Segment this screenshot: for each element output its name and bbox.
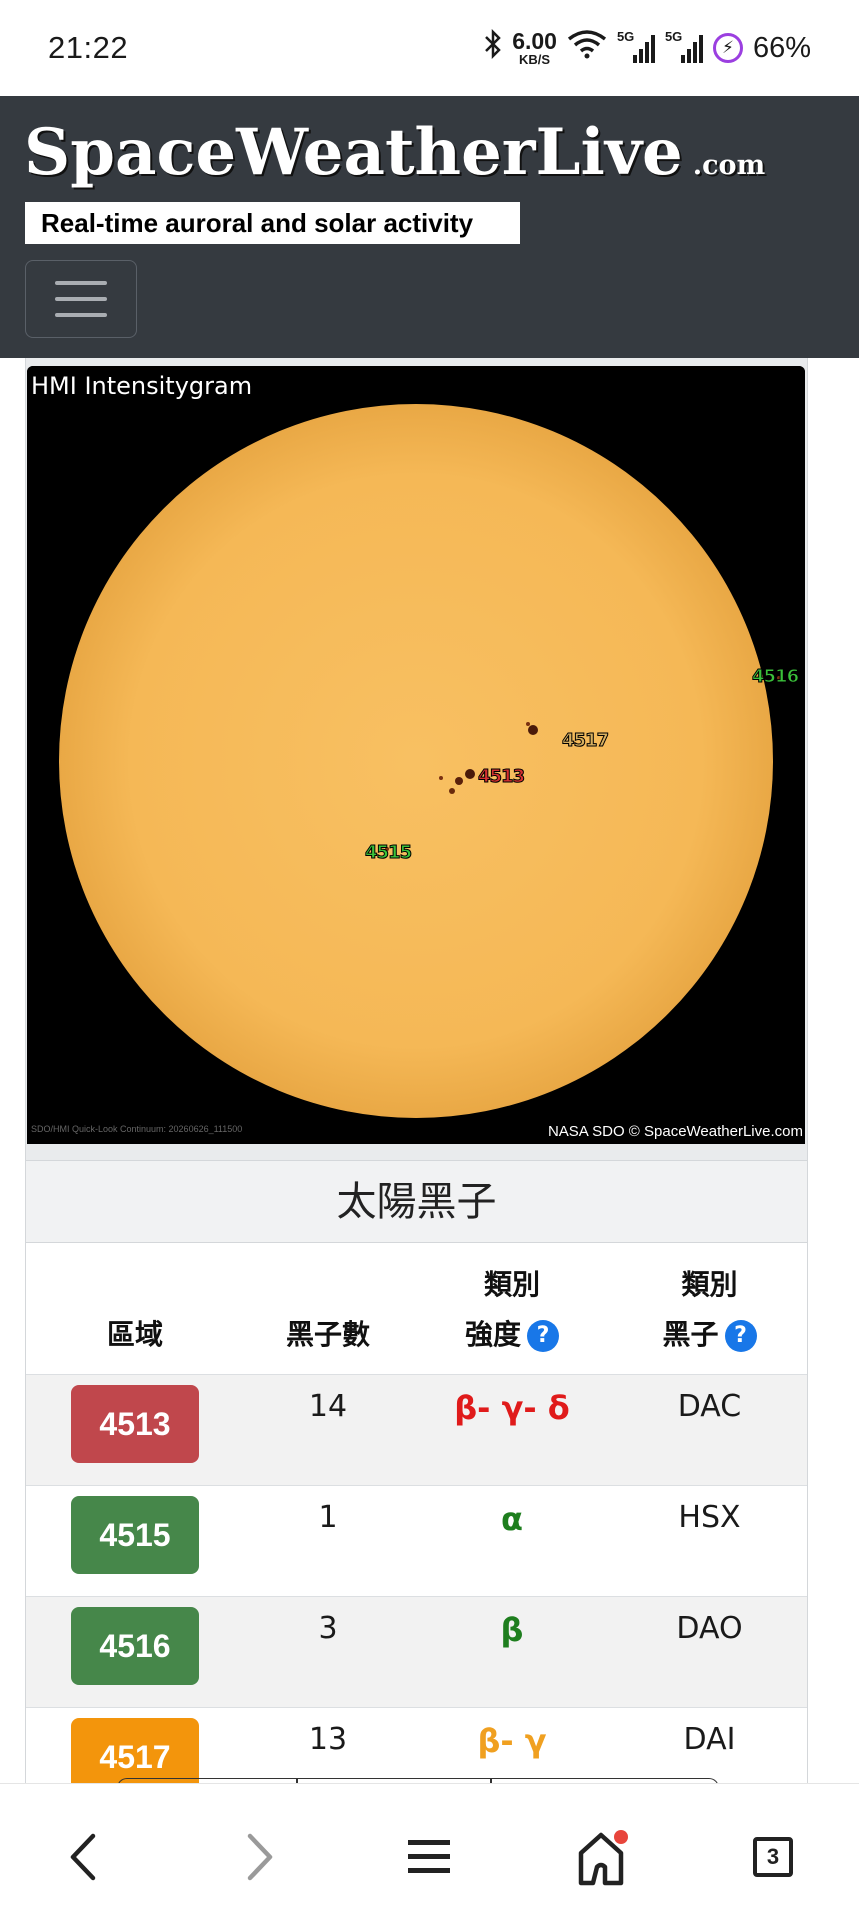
status-icons: 6.00 KB/S 5G 5G ⚡ 66% [484,26,811,70]
spot-class: DAO [612,1596,807,1708]
help-icon[interactable]: ? [527,1320,559,1352]
battery-percent: 66% [752,31,811,64]
logo-tld: .com [692,150,766,181]
help-icon[interactable]: ? [724,1320,757,1352]
menu-icon[interactable] [394,1822,464,1892]
header-spot-class: 類別 黑子? [612,1242,807,1375]
magnetic-class: β- γ [477,1722,547,1760]
wifi-icon [567,29,607,67]
browser-bottom-nav: 3 [0,1783,859,1921]
sunspot-4513 [465,769,475,779]
header-region-label: 區域 [106,1318,163,1351]
spot-count: 1 [244,1485,412,1597]
header-spot-line2: 黑子 [662,1318,719,1351]
region-label-4513: 4513 [477,766,525,788]
back-arrow-icon[interactable] [48,1822,118,1892]
header-count: 黑子數 [244,1242,412,1375]
table-row: 4515 1 α HSX [26,1485,807,1597]
network-speed-value: 6.00 [512,28,557,54]
region-badge-4515[interactable]: 4515 [71,1496,199,1574]
network-2-label: 5G [664,29,683,44]
logo-name: SpaceWeatherLive [24,115,683,190]
hamburger-menu-button[interactable] [25,260,137,338]
sun-disk [59,404,773,1118]
status-time: 21:22 [48,30,129,65]
sunspot-table: 區域 黑子數 類別 強度? 類別 黑子? 4513 14 β- γ- δ DAC [26,1242,807,1783]
magnetic-class: α [501,1500,523,1538]
sunspot-4517 [528,725,538,735]
image-caption: SDO/HMI Quick-Look Continuum: 20260626_1… [31,1124,243,1134]
site-header: SpaceWeatherLive .com Real-time auroral a… [0,96,859,358]
table-header-row: 區域 黑子數 類別 強度? 類別 黑子? [26,1242,807,1375]
tabs-icon[interactable]: 3 [738,1822,808,1892]
image-title: HMI Intensitygram [31,372,253,400]
sun-hmi-image[interactable]: HMI Intensitygram 4516 4517 4513 4515 SD… [27,366,805,1144]
battery-charging-icon: ⚡ [712,33,743,63]
sun-disk-graphic [27,366,805,1144]
sunspots-title: 太陽黑子 [26,1160,807,1243]
magnetic-class: β [500,1611,524,1649]
tabs-count: 3 [753,1837,793,1877]
table-row: 4513 14 β- γ- δ DAC [26,1374,807,1486]
home-icon[interactable] [566,1822,636,1892]
header-region: 區域 [26,1242,244,1375]
spot-count: 13 [244,1707,412,1783]
header-spot-line1: 類別 [681,1268,738,1301]
region-badge-4517[interactable]: 4517 [71,1718,199,1783]
header-mag-line1: 類別 [483,1268,540,1301]
spot-class: DAI [612,1707,807,1783]
network-speed-unit: KB/S [519,52,551,67]
network-speed: 6.00 KB/S [512,28,557,67]
magnetic-class: β- γ- δ [454,1389,570,1427]
spot-class: DAC [612,1374,807,1486]
region-label-4516: 4516 [751,666,799,688]
sunspot-card: HMI Intensitygram 4516 4517 4513 4515 SD… [25,358,808,1783]
signal-5g-icon: 5G [617,29,655,63]
region-label-4517: 4517 [561,730,609,752]
table-row: 4517 13 β- γ DAI [26,1707,807,1783]
forward-arrow-icon[interactable] [225,1822,295,1892]
header-mag-line2: 強度 [464,1318,521,1351]
network-1-label: 5G [616,29,635,44]
spot-class: HSX [612,1485,807,1597]
header-count-label: 黑子數 [285,1318,370,1351]
spot-count: 14 [244,1374,412,1486]
bluetooth-icon [484,28,502,67]
site-logo[interactable]: SpaceWeatherLive .com [24,116,765,203]
signal-5g-icon-2: 5G [665,29,703,63]
site-tagline: Real-time auroral and solar activity [25,202,520,244]
image-credit: NASA SDO © SpaceWeatherLive.com [547,1123,803,1140]
notification-dot [614,1830,628,1844]
table-row: 4516 3 β DAO [26,1596,807,1708]
spot-count: 3 [244,1596,412,1708]
region-label-4515: 4515 [364,842,412,864]
region-badge-4516[interactable]: 4516 [71,1607,199,1685]
region-badge-4513[interactable]: 4513 [71,1385,199,1463]
status-bar: 21:22 6.00 KB/S 5G 5G ⚡ 66% [0,0,859,96]
header-magnetic-class: 類別 強度? [412,1242,612,1375]
